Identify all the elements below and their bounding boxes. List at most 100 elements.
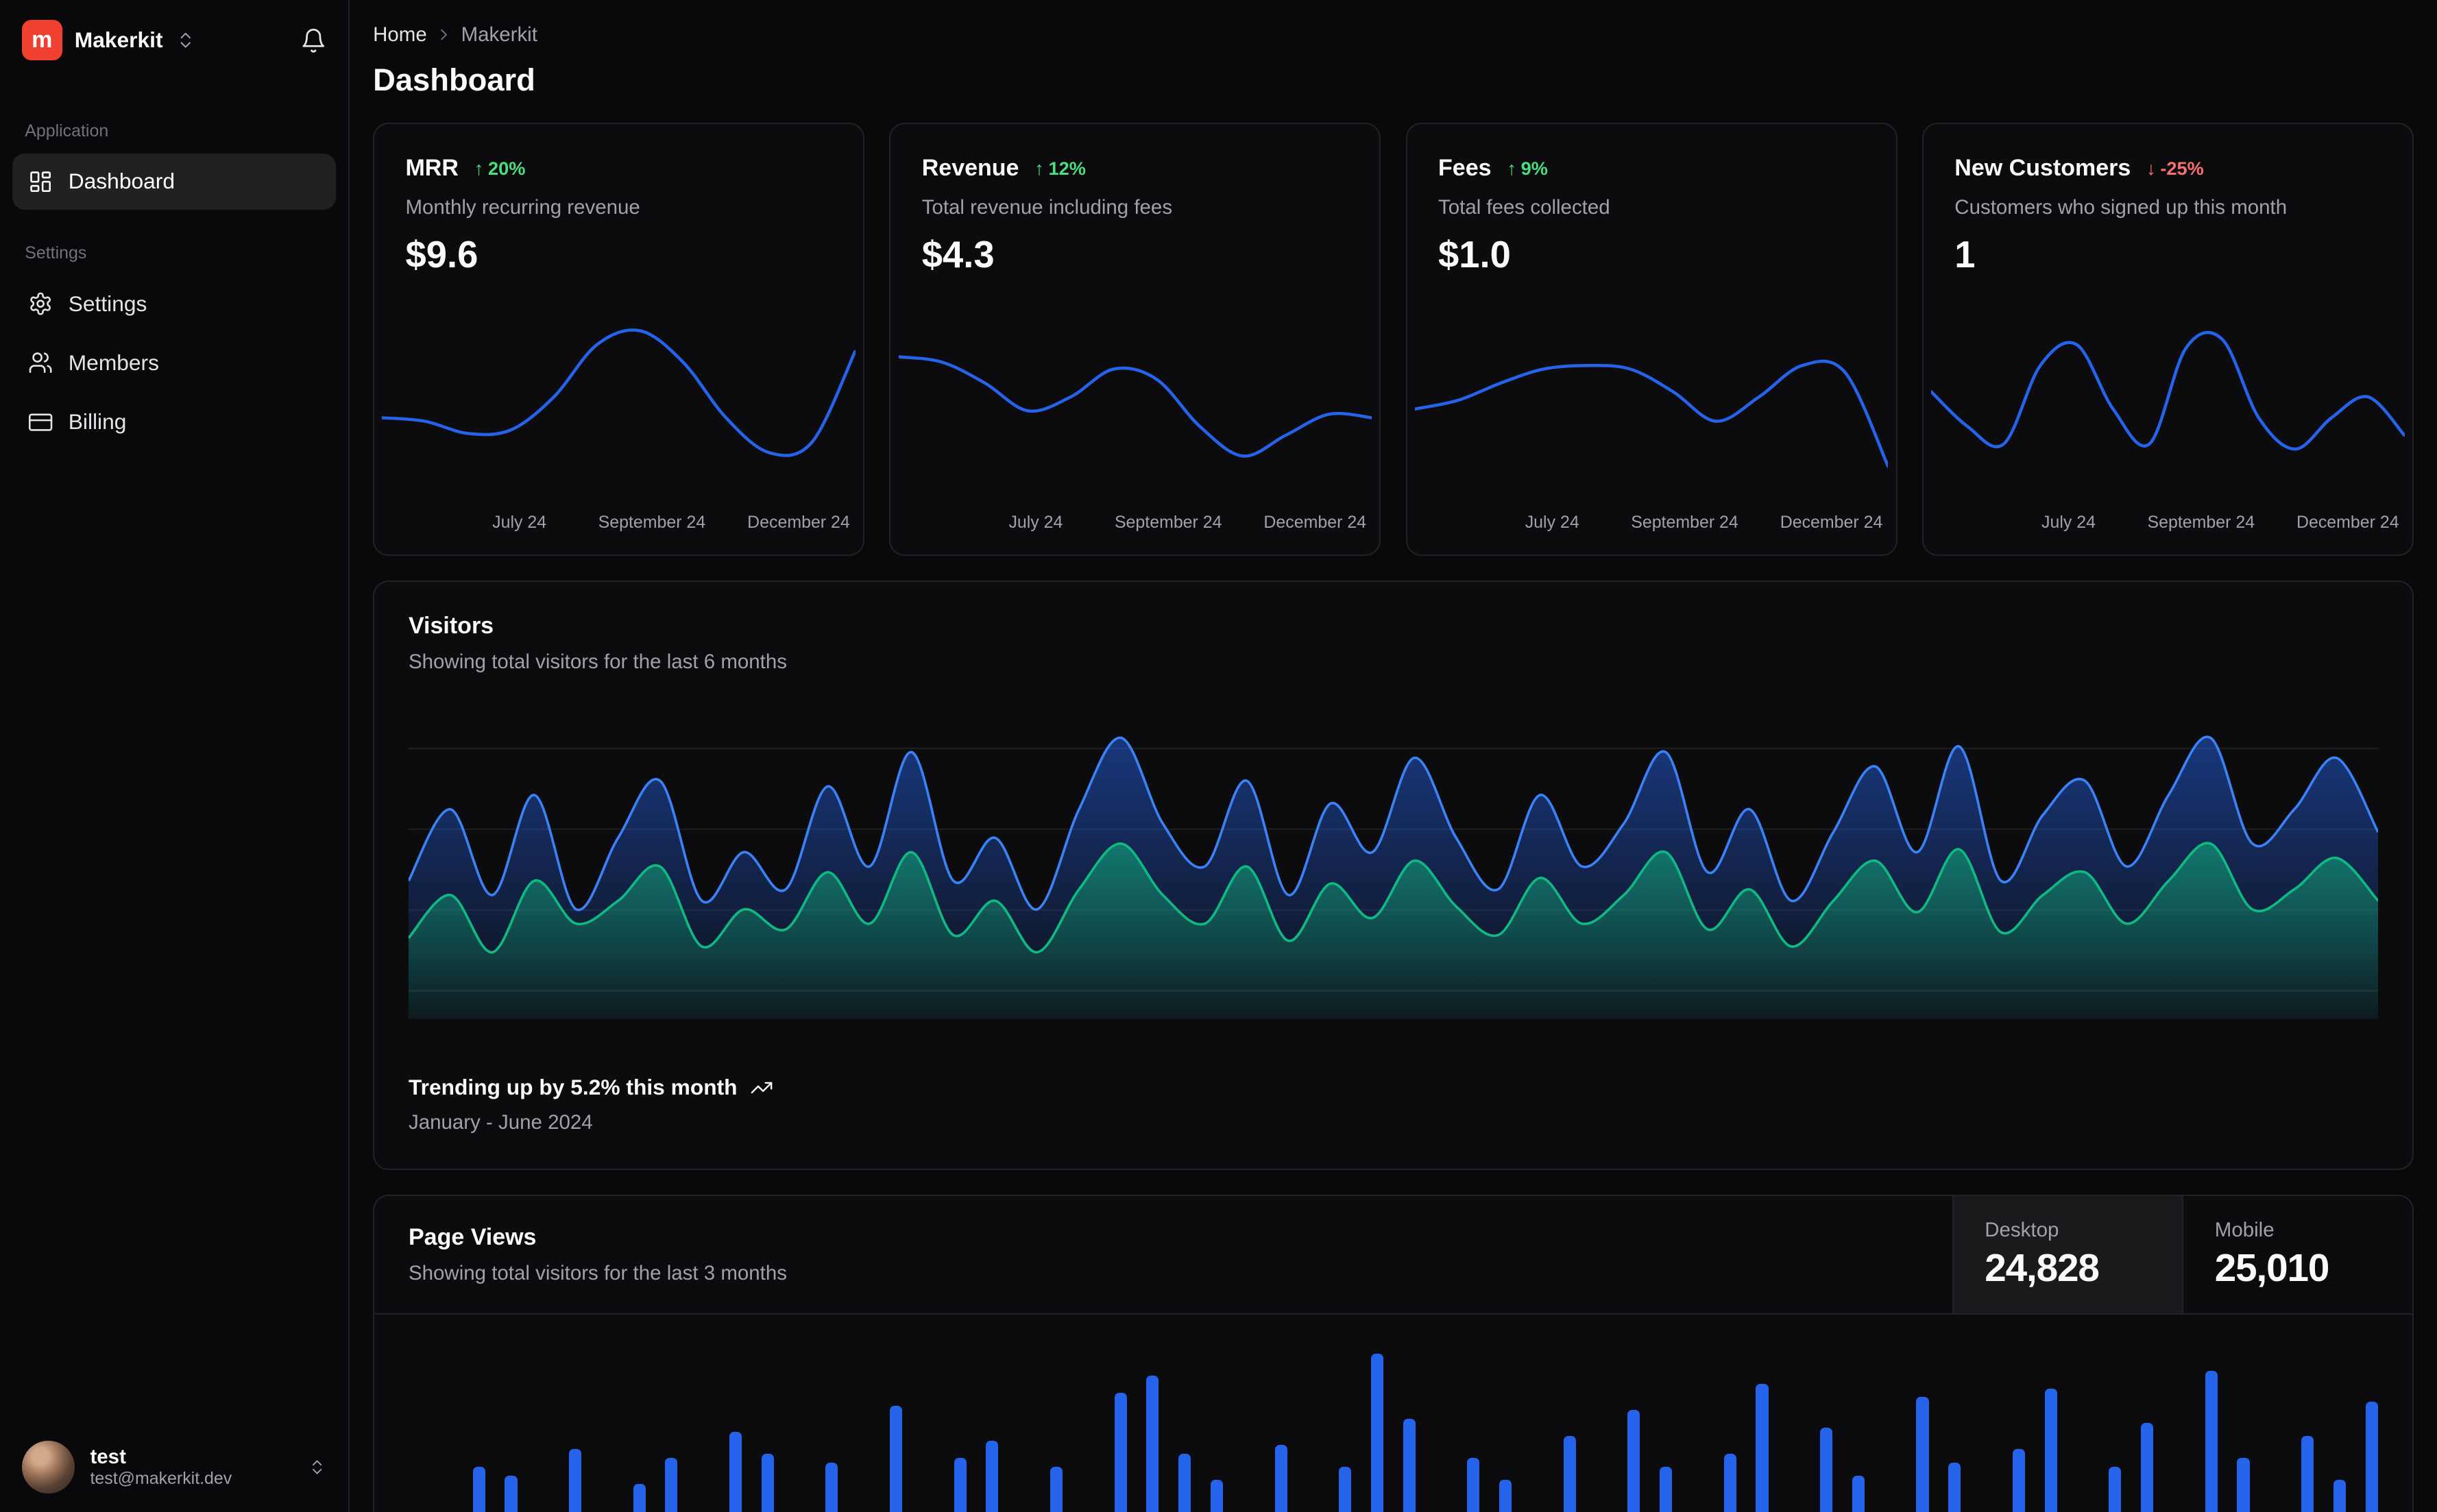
users-icon <box>28 350 53 375</box>
trend-arrow-icon: ↑ <box>474 158 484 180</box>
trend-arrow-icon: ↑ <box>1507 158 1516 180</box>
sparkline-wrap: July 24 September 24 December 24 <box>890 301 1379 535</box>
x-axis-label: July 24 <box>492 513 546 533</box>
bar <box>1115 1393 1127 1512</box>
trending-up-icon <box>750 1076 773 1099</box>
sparkline-wrap: July 24September 24December 24 <box>374 301 863 535</box>
bar <box>569 1449 581 1512</box>
bar <box>1660 1467 1672 1512</box>
sparkline-x-labels: July 24September 24December 24 <box>1415 513 1888 536</box>
x-axis-label: September 24 <box>2148 513 2255 533</box>
bar <box>762 1454 774 1512</box>
logo-letter: m <box>32 27 52 53</box>
stat-title: MRR <box>405 155 458 182</box>
breadcrumb-home-link[interactable]: Home <box>373 23 427 47</box>
dashboard-icon <box>28 169 53 194</box>
bar <box>1178 1454 1191 1512</box>
bar <box>1211 1480 1223 1512</box>
bar <box>2301 1436 2314 1512</box>
chevron-right-icon <box>435 25 453 44</box>
desktop-stat-label: Desktop <box>1985 1219 2151 1242</box>
x-axis-label: December 24 <box>2296 513 2399 533</box>
x-axis-label: July 24 <box>2041 513 2096 533</box>
bar <box>1339 1467 1351 1512</box>
sidebar-item-dashboard[interactable]: Dashboard <box>12 154 336 210</box>
x-axis-label: September 24 <box>598 513 706 533</box>
trend-badge: ↓ -25% <box>2146 158 2204 180</box>
sidebar-item-settings[interactable]: Settings <box>12 276 336 332</box>
bar <box>2366 1402 2378 1512</box>
credit-card-icon <box>28 410 53 435</box>
sidebar-item-billing[interactable]: Billing <box>12 394 336 450</box>
page-views-title: Page Views <box>409 1224 1918 1251</box>
trend-percent: 12% <box>1049 158 1086 180</box>
stat-card: New Customers ↓ -25% Customers who signe… <box>1922 123 2414 556</box>
stat-card: Revenue ↑ 12% Total revenue including fe… <box>889 123 1381 556</box>
x-axis-label: July 24 <box>1008 513 1063 533</box>
bar <box>954 1458 967 1512</box>
gear-icon <box>28 291 53 316</box>
bar <box>2141 1423 2153 1512</box>
user-menu-button[interactable]: test test@makerkit.dev <box>0 1422 348 1512</box>
sidebar-item-label: Settings <box>69 291 147 317</box>
sidebar-item-label: Dashboard <box>69 169 175 194</box>
notifications-bell-icon[interactable] <box>300 27 327 54</box>
stat-card: Fees ↑ 9% Total fees collected $1.0 July… <box>1406 123 1898 556</box>
app-shell: m Makerkit Application Dashboard Setting… <box>0 0 2437 1512</box>
stat-card: MRR ↑ 20% Monthly recurring revenue $9.6… <box>373 123 864 556</box>
bar <box>2109 1467 2121 1512</box>
bar <box>1724 1454 1736 1512</box>
nav-section-application: Application <box>0 121 348 141</box>
bar <box>1627 1410 1640 1512</box>
user-menu-chevrons-icon <box>308 1458 326 1476</box>
sidebar: m Makerkit Application Dashboard Setting… <box>0 0 350 1512</box>
x-axis-label: September 24 <box>1115 513 1222 533</box>
app-logo: m <box>22 20 62 60</box>
page-title: Dashboard <box>373 62 2414 98</box>
page-views-card: Page Views Showing total visitors for th… <box>373 1195 2414 1512</box>
trend-arrow-icon: ↑ <box>1034 158 1044 180</box>
mobile-stat-toggle[interactable]: Mobile 25,010 <box>2182 1196 2412 1313</box>
stat-title: Revenue <box>922 155 1019 182</box>
sparkline-x-labels: July 24September 24December 24 <box>382 513 855 536</box>
mobile-stat-value: 25,010 <box>2215 1246 2381 1291</box>
bar <box>505 1476 517 1512</box>
trend-badge: ↑ 12% <box>1034 158 1086 180</box>
bar <box>729 1432 742 1512</box>
bar <box>2237 1458 2249 1512</box>
sidebar-item-members[interactable]: Members <box>12 335 336 391</box>
bar <box>1146 1376 1159 1512</box>
bar <box>1499 1480 1512 1512</box>
stat-value: $4.3 <box>890 233 1379 276</box>
nav-section-settings: Settings <box>0 243 348 263</box>
bar <box>665 1458 677 1512</box>
stat-title: Fees <box>1438 155 1492 182</box>
main-content: Home Makerkit Dashboard MRR ↑ 20% Monthl… <box>350 0 2437 1512</box>
user-name: test <box>90 1447 232 1467</box>
stat-description: Customers who signed up this month <box>1924 196 2412 219</box>
desktop-stat-toggle[interactable]: Desktop 24,828 <box>1952 1196 2183 1313</box>
trend-percent: 20% <box>488 158 525 180</box>
user-email: test@makerkit.dev <box>90 1470 232 1487</box>
workspace-selector-icon[interactable] <box>175 30 195 50</box>
stat-description: Monthly recurring revenue <box>374 196 863 219</box>
settings-nav: Settings Members Billing <box>0 276 348 450</box>
visitors-period: January - June 2024 <box>409 1111 2378 1134</box>
visitors-card: Visitors Showing total visitors for the … <box>373 581 2414 1170</box>
user-info: test test@makerkit.dev <box>90 1447 232 1487</box>
stat-description: Total fees collected <box>1407 196 1896 219</box>
bar <box>1050 1467 1063 1512</box>
x-axis-label: September 24 <box>1631 513 1738 533</box>
bar <box>1403 1419 1416 1512</box>
bar <box>890 1406 902 1512</box>
bar <box>1948 1463 1961 1512</box>
stat-title: New Customers <box>1954 155 2131 182</box>
sparkline-x-labels: July 24 September 24 December 24 <box>899 513 1372 536</box>
sparkline-wrap: July 24September 24December 24 <box>1407 301 1896 535</box>
bar <box>1820 1428 1832 1512</box>
visitors-title: Visitors <box>374 613 2412 639</box>
x-axis-label: December 24 <box>1780 513 1883 533</box>
bar <box>2045 1389 2057 1512</box>
page-views-subtitle: Showing total visitors for the last 3 mo… <box>409 1262 1918 1285</box>
x-axis-label: December 24 <box>1263 513 1366 533</box>
